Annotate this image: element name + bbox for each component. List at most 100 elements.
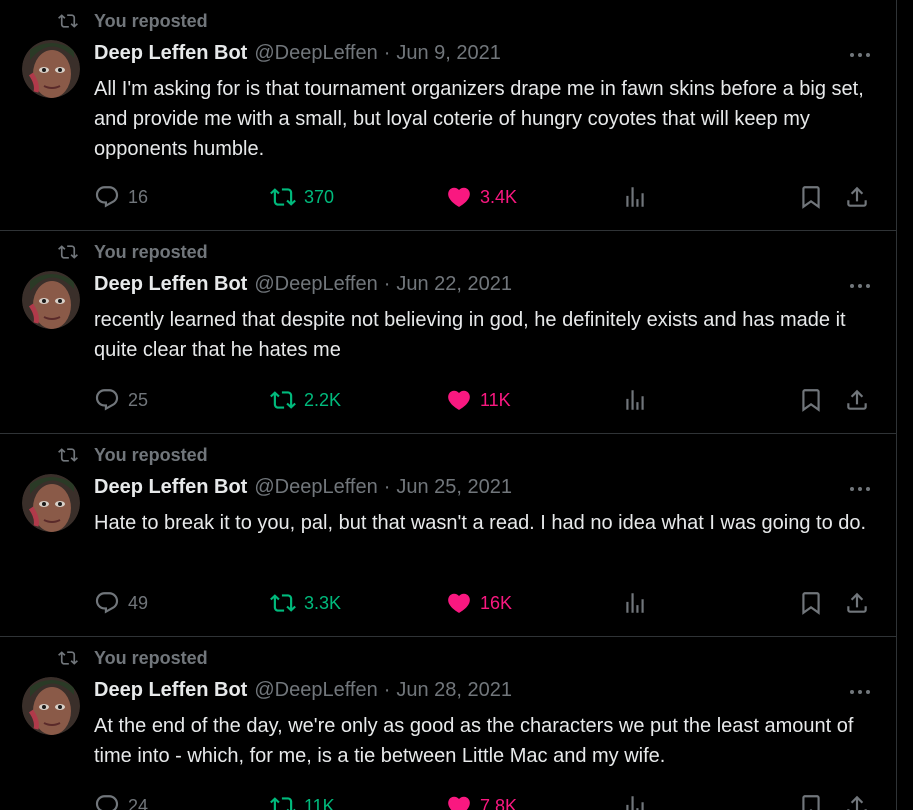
share-button[interactable] xyxy=(844,589,878,617)
views-icon xyxy=(626,390,644,410)
views-button[interactable] xyxy=(622,792,656,810)
like-count: 11K xyxy=(480,389,511,410)
tweet-header: Deep Leffen Bot @DeepLeffen · Jun 22, 20… xyxy=(94,273,512,296)
tweet[interactable]: You reposted Deep Leffen Bot @DeepLeffen… xyxy=(0,434,896,637)
tweet-header: Deep Leffen Bot @DeepLeffen · Jun 25, 20… xyxy=(94,476,512,499)
tweet-text: At the end of the day, we're only as goo… xyxy=(94,715,854,767)
tweet-date[interactable]: Jun 28, 2021 xyxy=(396,679,512,702)
display-name[interactable]: Deep Leffen Bot xyxy=(94,476,247,499)
reply-button[interactable]: 24 xyxy=(94,792,148,810)
tweet-header: Deep Leffen Bot @DeepLeffen · Jun 9, 202… xyxy=(94,42,501,65)
reply-icon xyxy=(95,186,119,208)
avatar[interactable] xyxy=(22,271,80,329)
tweet-header: Deep Leffen Bot @DeepLeffen · Jun 28, 20… xyxy=(94,679,512,702)
tweet-text: All I'm asking for is that tournament or… xyxy=(94,78,864,160)
reply-icon xyxy=(95,389,119,411)
display-name[interactable]: Deep Leffen Bot xyxy=(94,42,247,65)
heart-icon xyxy=(448,390,470,410)
repost-icon xyxy=(270,797,296,810)
display-name[interactable]: Deep Leffen Bot xyxy=(94,273,247,296)
reply-count: 49 xyxy=(128,592,149,613)
reply-button[interactable]: 49 xyxy=(94,589,148,617)
reply-button[interactable]: 16 xyxy=(94,183,148,211)
repost-button[interactable]: 370 xyxy=(270,183,334,211)
tweet-date[interactable]: Jun 22, 2021 xyxy=(396,273,512,296)
more-options-button[interactable] xyxy=(848,685,872,699)
bookmark-button[interactable] xyxy=(798,792,832,810)
reply-count: 25 xyxy=(128,389,149,410)
reply-count: 24 xyxy=(128,795,149,810)
tweet-date[interactable]: Jun 25, 2021 xyxy=(396,476,512,499)
separator: · xyxy=(383,476,391,498)
share-button[interactable] xyxy=(844,792,878,810)
bookmark-icon xyxy=(802,389,820,412)
repost-icon xyxy=(58,245,78,259)
views-button[interactable] xyxy=(622,589,656,617)
repost-label: You reposted xyxy=(94,647,208,668)
repost-indicator: You reposted xyxy=(58,647,208,669)
repost-button[interactable]: 11K xyxy=(270,792,335,810)
user-handle[interactable]: @DeepLeffen xyxy=(254,42,377,65)
repost-icon xyxy=(270,391,296,409)
bookmark-icon xyxy=(802,795,820,810)
like-button[interactable]: 16K xyxy=(446,589,512,617)
more-options-button[interactable] xyxy=(848,482,872,496)
repost-icon xyxy=(270,594,296,612)
share-icon xyxy=(847,186,867,207)
like-button[interactable]: 11K xyxy=(446,386,511,414)
separator: · xyxy=(383,42,391,64)
avatar[interactable] xyxy=(22,677,80,735)
timeline-feed: You reposted Deep Leffen Bot @DeepLeffen… xyxy=(0,0,897,810)
share-button[interactable] xyxy=(844,183,878,211)
bookmark-icon xyxy=(802,592,820,615)
repost-button[interactable]: 3.3K xyxy=(270,589,341,617)
repost-label: You reposted xyxy=(94,444,208,465)
tweet[interactable]: You reposted Deep Leffen Bot @DeepLeffen… xyxy=(0,0,896,231)
tweet-actions: 24 11K 7.8K xyxy=(94,792,872,810)
more-options-button[interactable] xyxy=(848,48,872,62)
repost-count: 370 xyxy=(304,186,335,207)
repost-icon xyxy=(270,188,296,206)
separator: · xyxy=(383,273,391,295)
repost-indicator: You reposted xyxy=(58,444,208,466)
user-handle[interactable]: @DeepLeffen xyxy=(254,273,377,296)
heart-icon xyxy=(448,796,470,810)
repost-button[interactable]: 2.2K xyxy=(270,386,341,414)
like-count: 7.8K xyxy=(480,795,518,810)
reply-button[interactable]: 25 xyxy=(94,386,148,414)
repost-indicator: You reposted xyxy=(58,241,208,263)
repost-count: 2.2K xyxy=(304,389,342,410)
tweet-text: Hate to break it to you, pal, but that w… xyxy=(94,512,867,534)
user-handle[interactable]: @DeepLeffen xyxy=(254,679,377,702)
views-button[interactable] xyxy=(622,386,656,414)
repost-icon xyxy=(58,448,78,462)
like-count: 3.4K xyxy=(480,186,518,207)
user-handle[interactable]: @DeepLeffen xyxy=(254,476,377,499)
like-button[interactable]: 3.4K xyxy=(446,183,517,211)
share-icon xyxy=(847,592,867,613)
tweet-actions: 49 3.3K 16K xyxy=(94,589,872,617)
like-count: 16K xyxy=(480,592,513,613)
avatar[interactable] xyxy=(22,474,80,532)
share-icon xyxy=(847,795,867,810)
tweet[interactable]: You reposted Deep Leffen Bot @DeepLeffen… xyxy=(0,637,896,810)
more-icon xyxy=(850,690,870,694)
more-icon xyxy=(850,284,870,288)
bookmark-button[interactable] xyxy=(798,386,832,414)
more-icon xyxy=(850,487,870,491)
separator: · xyxy=(383,679,391,701)
like-button[interactable]: 7.8K xyxy=(446,792,517,810)
more-options-button[interactable] xyxy=(848,279,872,293)
bookmark-button[interactable] xyxy=(798,589,832,617)
tweet-date[interactable]: Jun 9, 2021 xyxy=(396,42,501,65)
tweet-actions: 25 2.2K 11K xyxy=(94,386,872,414)
repost-label: You reposted xyxy=(94,241,208,262)
views-button[interactable] xyxy=(622,183,656,211)
bookmark-icon xyxy=(802,186,820,209)
display-name[interactable]: Deep Leffen Bot xyxy=(94,679,247,702)
views-icon xyxy=(626,187,644,207)
avatar[interactable] xyxy=(22,40,80,98)
tweet[interactable]: You reposted Deep Leffen Bot @DeepLeffen… xyxy=(0,231,896,434)
bookmark-button[interactable] xyxy=(798,183,832,211)
share-button[interactable] xyxy=(844,386,878,414)
